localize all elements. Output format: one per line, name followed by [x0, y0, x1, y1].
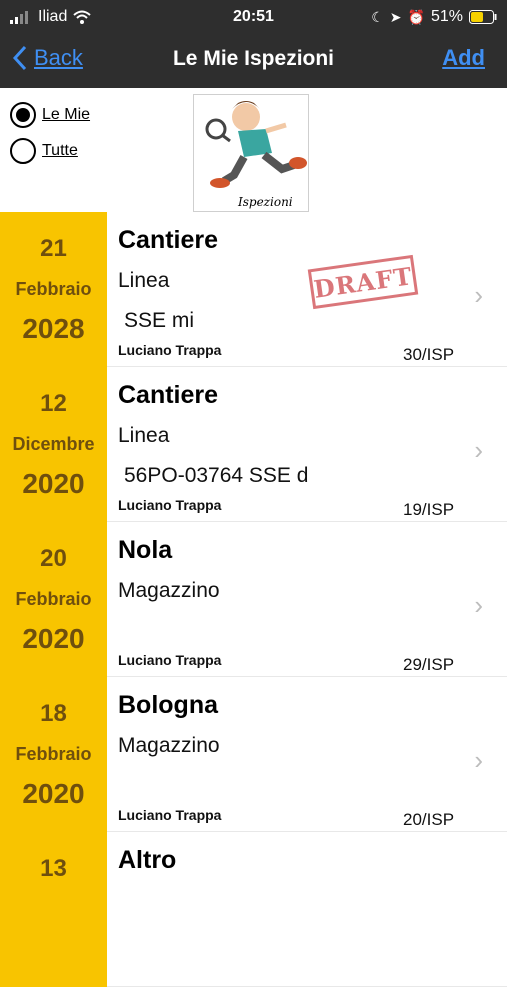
item-title: Nola — [118, 536, 173, 564]
item-line1: Magazzino — [118, 579, 220, 602]
item-code: 20/ISP — [403, 810, 455, 829]
date-column: 18 Febbraio 2020 — [0, 677, 107, 832]
date-column: 21 Febbraio 2028 — [0, 212, 107, 367]
date-day: 21 — [40, 235, 67, 262]
item-code: 19/ISP — [403, 500, 455, 519]
item-author: Luciano Trappa — [118, 652, 222, 668]
item-code: 29/ISP — [403, 655, 455, 674]
moon-icon: ☾ — [371, 8, 384, 25]
item-title: Bologna — [118, 691, 218, 719]
item-author: Luciano Trappa — [118, 807, 222, 823]
filter-radio-group: Le Mie Tutte — [10, 102, 90, 174]
item-line2: SSE mi — [124, 309, 195, 332]
date-day: 13 — [40, 855, 67, 882]
logo-caption: Ispezioni — [238, 195, 293, 209]
page-title: Le Mie Ispezioni — [172, 47, 335, 70]
date-month: Dicembre — [12, 434, 95, 454]
item-title: Altro — [118, 846, 177, 874]
item-line2: 56PO-03764 SSE d — [124, 464, 309, 487]
add-button[interactable]: Add — [442, 45, 485, 71]
alarm-icon: ⏰ — [407, 8, 425, 25]
item-line1: Magazzino — [118, 734, 220, 757]
date-month: Febbraio — [15, 589, 92, 609]
inspection-list: 21 Febbraio 2028 Cantiere Linea SSE mi L… — [0, 212, 507, 987]
item-author: Luciano Trappa — [118, 497, 222, 513]
radio-label-tutte: Tutte — [42, 142, 78, 159]
item-title: Cantiere — [118, 381, 219, 409]
date-column: 12 Dicembre 2020 — [0, 367, 107, 522]
list-item[interactable]: 13 Altro — [0, 832, 507, 987]
radio-button-selected[interactable] — [10, 102, 36, 128]
list-item[interactable]: 20 Febbraio 2020 Nola Magazzino Luciano … — [0, 522, 507, 677]
radio-le-mie[interactable]: Le Mie — [10, 102, 90, 128]
chevron-right-icon: › — [474, 590, 483, 620]
status-right: ☾ ➤ ⏰ 51% — [371, 8, 497, 26]
item-line1: Linea — [118, 269, 170, 292]
navigation-bar: Back Le Mie Ispezioni Add — [0, 34, 507, 88]
battery-icon — [469, 10, 497, 24]
detective-illustration — [205, 101, 307, 188]
date-column: 13 — [0, 832, 107, 987]
status-bar: Iliad 20:51 ☾ ➤ ⏰ 51% — [0, 0, 507, 34]
app-logo: Ispezioni — [193, 94, 309, 212]
item-title: Cantiere — [118, 226, 219, 254]
date-day: 18 — [40, 700, 67, 727]
list-item[interactable]: 21 Febbraio 2028 Cantiere Linea SSE mi L… — [0, 212, 507, 367]
list-item[interactable]: 12 Dicembre 2020 Cantiere Linea 56PO-037… — [0, 367, 507, 522]
date-month: Febbraio — [15, 279, 92, 299]
draft-stamp: DRAFT — [307, 254, 419, 310]
item-code: 30/ISP — [403, 345, 455, 364]
chevron-right-icon: › — [474, 280, 483, 310]
chevron-right-icon: › — [474, 435, 483, 465]
date-year: 2020 — [22, 778, 85, 809]
date-month: Febbraio — [15, 744, 92, 764]
date-year: 2020 — [22, 623, 85, 654]
item-line1: Linea — [118, 424, 170, 447]
chevron-right-icon: › — [474, 745, 483, 775]
date-day: 12 — [40, 390, 67, 417]
radio-button-unselected[interactable] — [10, 138, 36, 164]
battery-percent: 51% — [430, 8, 463, 25]
date-year: 2028 — [22, 313, 85, 344]
radio-label-le-mie: Le Mie — [42, 106, 91, 123]
item-author: Luciano Trappa — [118, 342, 222, 358]
date-day: 20 — [40, 545, 67, 572]
date-column: 20 Febbraio 2020 — [0, 522, 107, 677]
date-year: 2020 — [22, 468, 85, 499]
location-icon: ➤ — [389, 8, 402, 25]
radio-tutte[interactable]: Tutte — [10, 138, 90, 164]
list-item[interactable]: 18 Febbraio 2020 Bologna Magazzino Lucia… — [0, 677, 507, 832]
